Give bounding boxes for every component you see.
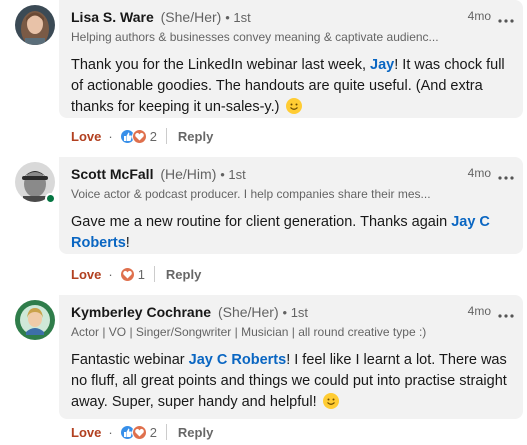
mention-link[interactable]: Jay C Roberts [189, 352, 287, 368]
comment-bubble: Lisa S. Ware (She/Her) • 1st Helping aut… [59, 0, 523, 118]
separator-dot: · [108, 424, 113, 440]
author-headline: Voice actor & podcast producer. I help c… [71, 187, 431, 201]
love-reaction-icon[interactable] [119, 266, 135, 282]
comment-time: 4mo [467, 9, 491, 23]
author-line: Kymberley Cochrane (She/Her) • 1st [71, 304, 308, 320]
comment-text: Thank you for the LinkedIn webinar last … [71, 55, 511, 118]
comment-bubble: Scott McFall (He/Him) • 1st Voice actor … [59, 157, 523, 254]
smile-emoji-icon [322, 393, 339, 409]
author-line: Scott McFall (He/Him) • 1st [71, 166, 246, 182]
author-pronouns: (He/Him) [160, 166, 217, 182]
more-options-icon[interactable] [498, 11, 514, 23]
separator-dot: · [108, 266, 113, 282]
reply-button[interactable]: Reply [178, 129, 213, 144]
divider [165, 128, 167, 144]
divider [153, 266, 155, 282]
author-headline: Helping authors & businesses convey mean… [71, 30, 439, 44]
love-button[interactable]: Love [71, 267, 101, 282]
comment-text: Gave me a new routine for client generat… [71, 212, 511, 254]
more-options-icon[interactable] [498, 168, 514, 180]
love-reaction-icon[interactable] [131, 424, 147, 440]
author-pronouns: (She/Her) [160, 9, 222, 25]
author-name[interactable]: Lisa S. Ware [71, 9, 154, 25]
comment-bubble: Kymberley Cochrane (She/Her) • 1st Actor… [59, 295, 523, 419]
reply-button[interactable]: Reply [178, 425, 213, 440]
more-options-icon[interactable] [498, 306, 514, 318]
comment-time: 4mo [467, 304, 491, 318]
comment-text-part: Gave me a new routine for client generat… [71, 214, 452, 230]
comment-text-part: Thank you for the LinkedIn webinar last … [71, 57, 371, 73]
connection-degree: • 1st [220, 167, 246, 182]
online-status-icon [45, 193, 56, 204]
reaction-count[interactable]: 2 [150, 129, 157, 144]
reaction-count[interactable]: 2 [150, 425, 157, 440]
connection-degree: • 1st [282, 305, 309, 320]
love-button[interactable]: Love [71, 129, 101, 144]
author-headline: Actor | VO | Singer/Songwriter | Musicia… [71, 325, 427, 339]
reply-button[interactable]: Reply [166, 267, 201, 282]
divider [165, 424, 167, 440]
author-name[interactable]: Scott McFall [71, 166, 153, 182]
love-reaction-icon[interactable] [131, 128, 147, 144]
mention-link[interactable]: Jay [370, 57, 394, 73]
avatar[interactable] [15, 300, 55, 340]
avatar[interactable] [15, 5, 55, 45]
author-pronouns: (She/Her) [217, 304, 279, 320]
reaction-count[interactable]: 1 [138, 267, 145, 282]
comment-text-part: Fantastic webinar [71, 352, 189, 368]
author-name[interactable]: Kymberley Cochrane [71, 304, 211, 320]
comment-time: 4mo [467, 166, 491, 180]
smile-emoji-icon [285, 98, 302, 114]
comment-actions: Love · 2 Reply [71, 424, 213, 440]
connection-degree: • 1st [225, 10, 251, 25]
separator-dot: · [108, 128, 113, 144]
comment-text-part: ! [125, 235, 130, 251]
author-line: Lisa S. Ware (She/Her) • 1st [71, 9, 251, 25]
comment-text: Fantastic webinar Jay C Roberts! I feel … [71, 350, 511, 413]
love-button[interactable]: Love [71, 425, 101, 440]
comment-actions: Love · 1 Reply [71, 266, 201, 282]
comment-actions: Love · 2 Reply [71, 128, 213, 144]
